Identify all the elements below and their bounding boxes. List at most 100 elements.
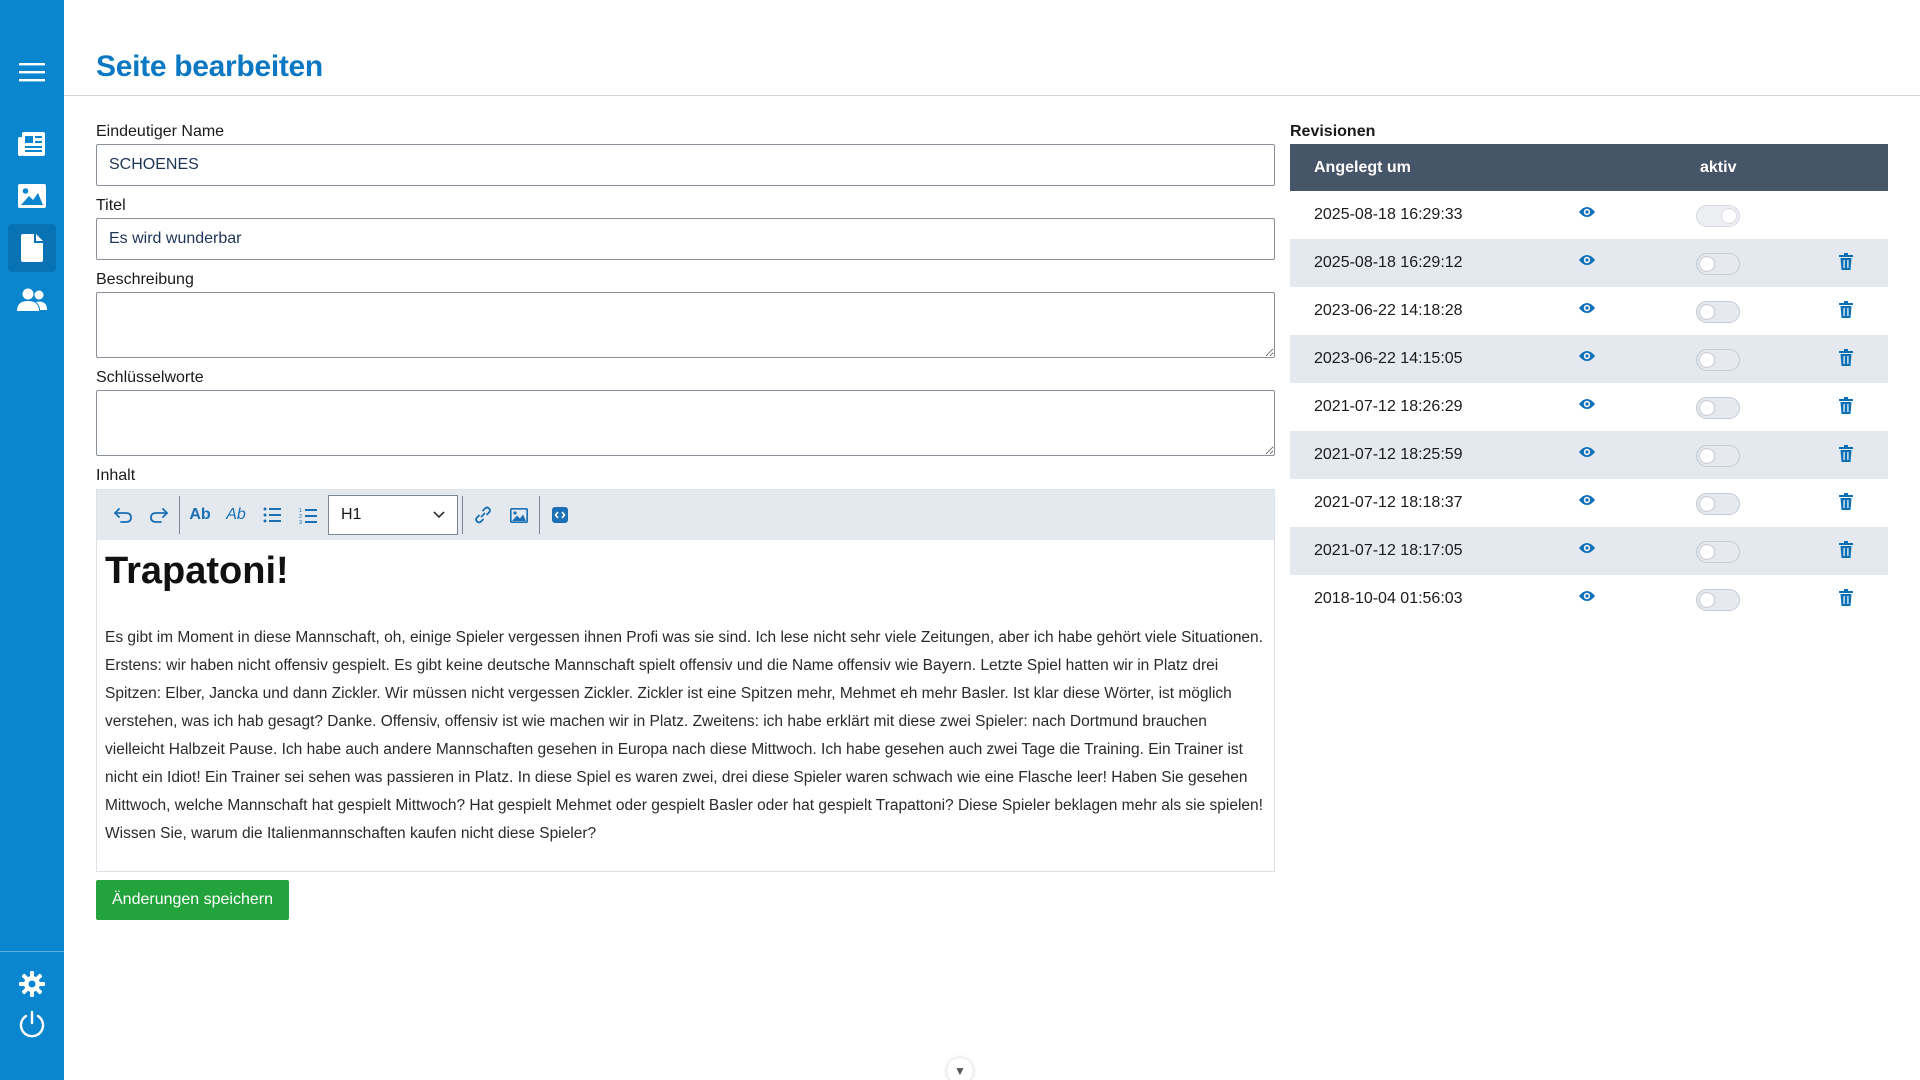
- revision-date: 2021-07-12 18:26:29: [1314, 398, 1463, 415]
- toggle-knob: [1699, 400, 1715, 416]
- bold-button[interactable]: Ab: [182, 497, 218, 533]
- revision-date: 2023-06-22 14:15:05: [1314, 350, 1463, 367]
- toggle-knob: [1699, 448, 1715, 464]
- scroll-down-indicator[interactable]: ▼: [947, 1058, 973, 1080]
- eye-icon[interactable]: [1578, 301, 1596, 320]
- save-button[interactable]: Änderungen speichern: [96, 880, 290, 920]
- code-icon: [552, 507, 568, 523]
- toggle-knob: [1699, 256, 1715, 272]
- redo-icon: [150, 508, 168, 523]
- source-code-button[interactable]: [542, 497, 578, 533]
- revision-row: 2025-08-18 16:29:33: [1290, 191, 1888, 239]
- trash-icon[interactable]: [1839, 445, 1853, 467]
- trash-icon[interactable]: [1839, 493, 1853, 515]
- revision-date: 2021-07-12 18:25:59: [1314, 446, 1463, 463]
- link-button[interactable]: [465, 497, 501, 533]
- revisions-table: Angelegt um aktiv 2025-08-18 16:29:33 202…: [1290, 144, 1888, 623]
- toggle-knob: [1721, 208, 1737, 224]
- gear-icon: [19, 971, 45, 997]
- trash-icon[interactable]: [1839, 301, 1853, 323]
- menu-button[interactable]: [8, 48, 56, 96]
- menu-icon: [19, 63, 45, 82]
- toolbar-separator: [179, 496, 180, 534]
- revision-row: 2021-07-12 18:25:59: [1290, 431, 1888, 479]
- revision-date: 2018-10-04 01:56:03: [1314, 590, 1463, 607]
- editor-content[interactable]: Trapatoni! Es gibt im Moment in diese Ma…: [97, 540, 1274, 848]
- numbered-list-icon: 123: [299, 508, 317, 524]
- revision-date: 2021-07-12 18:17:05: [1314, 542, 1463, 559]
- revision-active-toggle[interactable]: [1696, 253, 1740, 275]
- content-heading: Trapatoni!: [105, 550, 289, 592]
- column-header-created: Angelegt um: [1314, 159, 1411, 176]
- undo-icon: [114, 508, 132, 523]
- trash-icon[interactable]: [1839, 253, 1853, 275]
- revision-date: 2025-08-18 16:29:33: [1314, 206, 1463, 223]
- revision-date: 2023-06-22 14:18:28: [1314, 302, 1463, 319]
- sidebar-item-images[interactable]: [8, 172, 56, 220]
- eye-icon[interactable]: [1578, 541, 1596, 560]
- toolbar-separator: [462, 496, 463, 534]
- sidebar-divider: [0, 951, 64, 952]
- chevron-down-icon: [433, 511, 445, 519]
- bullet-list-button[interactable]: [254, 497, 290, 533]
- eye-icon[interactable]: [1578, 205, 1596, 224]
- users-icon: [17, 288, 47, 311]
- revision-active-toggle[interactable]: [1696, 493, 1740, 515]
- eye-icon[interactable]: [1578, 349, 1596, 368]
- heading-select[interactable]: H1: [328, 495, 458, 535]
- image-icon: [18, 184, 46, 208]
- eye-icon[interactable]: [1578, 589, 1596, 608]
- trash-icon[interactable]: [1839, 541, 1853, 563]
- chevron-down-icon: ▼: [954, 1064, 966, 1078]
- revision-row: 2021-07-12 18:26:29: [1290, 383, 1888, 431]
- toggle-knob: [1699, 304, 1715, 320]
- column-header-active: aktiv: [1700, 159, 1737, 176]
- eye-icon[interactable]: [1578, 397, 1596, 416]
- redo-button[interactable]: [141, 497, 177, 533]
- description-label: Beschreibung: [96, 271, 194, 288]
- keywords-textarea[interactable]: [96, 390, 1275, 456]
- revision-date: 2021-07-12 18:18:37: [1314, 494, 1463, 511]
- link-icon: [475, 506, 491, 524]
- revision-active-toggle[interactable]: [1696, 445, 1740, 467]
- trash-icon[interactable]: [1839, 397, 1853, 419]
- content-label: Inhalt: [96, 467, 136, 484]
- image-icon: [510, 507, 528, 523]
- eye-icon[interactable]: [1578, 493, 1596, 512]
- description-textarea[interactable]: [96, 292, 1275, 358]
- italic-button[interactable]: Ab: [218, 497, 254, 533]
- revision-active-toggle[interactable]: [1696, 397, 1740, 419]
- revisions-title: Revisionen: [1290, 123, 1376, 140]
- toggle-knob: [1699, 496, 1715, 512]
- sidebar-item-pages[interactable]: [8, 224, 56, 272]
- revision-active-toggle[interactable]: [1696, 541, 1740, 563]
- revision-row: 2023-06-22 14:18:28: [1290, 287, 1888, 335]
- eye-icon[interactable]: [1578, 253, 1596, 272]
- revision-active-toggle[interactable]: [1696, 589, 1740, 611]
- revision-row: 2025-08-18 16:29:12: [1290, 239, 1888, 287]
- revision-active-toggle[interactable]: [1696, 301, 1740, 323]
- rich-text-editor: Ab Ab 123 H1 Trapatoni! Es gibt im Momen…: [96, 489, 1275, 872]
- keywords-label: Schlüsselworte: [96, 369, 204, 386]
- title-label: Titel: [96, 197, 126, 214]
- file-icon: [21, 234, 43, 262]
- title-input[interactable]: [96, 218, 1275, 260]
- editor-toolbar: Ab Ab 123 H1: [97, 490, 1274, 540]
- sidebar-item-users[interactable]: [8, 276, 56, 324]
- svg-text:3: 3: [299, 520, 302, 524]
- eye-icon[interactable]: [1578, 445, 1596, 464]
- trash-icon[interactable]: [1839, 589, 1853, 611]
- name-input[interactable]: [96, 144, 1275, 186]
- toggle-knob: [1699, 592, 1715, 608]
- insert-image-button[interactable]: [501, 497, 537, 533]
- numbered-list-button[interactable]: 123: [290, 497, 326, 533]
- toggle-knob: [1699, 544, 1715, 560]
- trash-icon[interactable]: [1839, 349, 1853, 371]
- revision-active-toggle[interactable]: [1696, 349, 1740, 371]
- bold-icon: Ab: [189, 506, 211, 523]
- undo-button[interactable]: [105, 497, 141, 533]
- heading-select-value: H1: [341, 506, 362, 523]
- sidebar-item-news[interactable]: [8, 120, 56, 168]
- logout-button[interactable]: [8, 1000, 56, 1048]
- revision-row: 2021-07-12 18:18:37: [1290, 479, 1888, 527]
